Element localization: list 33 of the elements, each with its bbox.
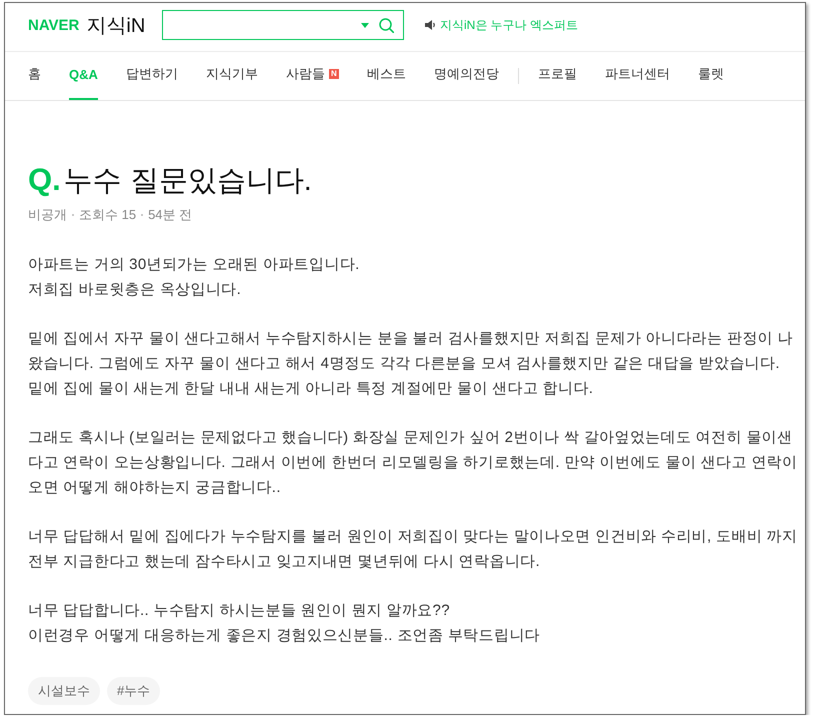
question-text: 너무 답답합니다.. 누수탐지 하시는분들 원인이 뭔지 알까요?? [28, 601, 451, 621]
tag-chip[interactable]: #누수 [107, 677, 160, 705]
nav-tab[interactable]: 지식기부 [206, 52, 258, 100]
nav-tab[interactable]: 답변하기 [126, 52, 178, 100]
site-logo[interactable]: NAVER 지식iN [28, 12, 162, 38]
speaker-icon [425, 20, 436, 30]
search-field[interactable] [162, 10, 404, 40]
question-text: 밑에 집에 물이 새는게 한달 내내 새는게 아니라 특정 계절에만 물이 샌다고 합니다. [28, 379, 594, 399]
question-text: 저희집 바로윗층은 옥상입니다. [28, 280, 242, 300]
new-badge: N [328, 69, 339, 79]
nav-tab[interactable]: 프로필 [538, 52, 577, 100]
nav-tab[interactable]: 파트너센터 [604, 52, 670, 100]
search-icon[interactable] [379, 18, 394, 32]
question-text: 이런경우 어떻게 대응하는게 좋은지 경험있으신분들.. 조언좀 부탁드립니다 [28, 626, 541, 646]
question-text: 그래도 혹시나 (보일러는 문제없다고 했습니다) 화장실 문제인가 싶어 2번이나 싹 갈아엎었는데도 여전히 물이샌다고 연락이 오는상황입니다. 그래서 이번에 한번더 리모델링을 하기로했는데. 만약 이번에도 물이 샌다고 연락이오면 어떻게 해야하는지 궁금합니다.. [28, 428, 798, 498]
nav-tab[interactable]: 사람들 N [286, 52, 339, 100]
tag-chip[interactable]: 시설보수 [28, 677, 100, 705]
nav-tab[interactable]: 룰렛 [698, 52, 724, 100]
question-meta: 조회수 15 [79, 206, 136, 224]
question-text: 밑에 집에서 자꾸 물이 샌다고해서 누수탐지하시는 분을 불러 검사를했지만 저희집 문제가 아니다라는 판정이 나왔습니다. 그럼에도 자꾸 물이 샌다고 해서 4명정도 각각 다른분을 모셔 검사를했지만 같은 대답을 받았습니다. [28, 329, 794, 374]
separator-dot-icon [141, 214, 144, 216]
question-text: 아파트는 거의 30년되가는 오래된 아파트입니다. [28, 255, 361, 275]
nav-tab[interactable]: 홈 [28, 52, 41, 100]
question-text: 너무 답답해서 밑에 집에다가 누수탐지를 불러 원인이 저희집이 맞다는 말이나오면 인건비와 수리비, 도배비 까지 전부 지급한다고 했는데 잠수타시고 잊고지내면 몇년뒤에 다시 연락옵니다. [28, 527, 798, 572]
question-meta: 54분 전 [148, 206, 192, 224]
question-meta: 비공개 [28, 206, 67, 224]
caret-icon[interactable] [361, 22, 369, 28]
nav-tab[interactable]: 베스트 [366, 52, 406, 100]
nav-tab[interactable]: 명예의전당 [434, 52, 499, 100]
separator-dot-icon [72, 214, 74, 216]
question-marker: Q. [28, 161, 61, 199]
nav-tab-label: 사람들 [286, 65, 325, 83]
question-title: 누수 질문있습니다. [64, 164, 312, 199]
